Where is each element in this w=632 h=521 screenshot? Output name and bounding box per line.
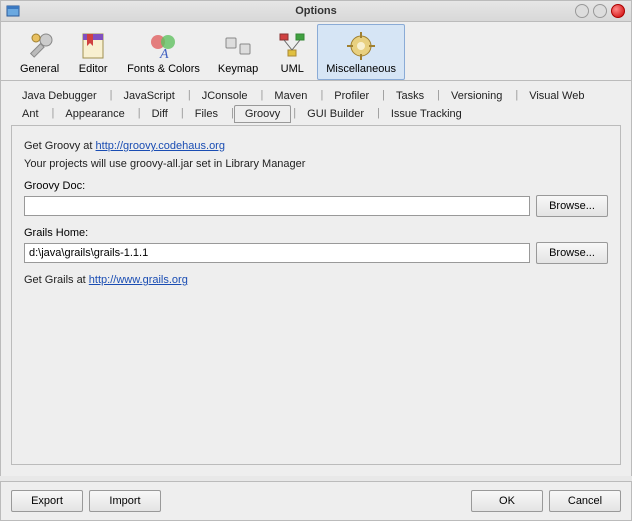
groovy-doc-label: Groovy Doc: [24,180,608,192]
tab-diff[interactable]: Diff [141,105,179,123]
tab-tasks[interactable]: Tasks [385,87,435,105]
tab-versioning[interactable]: Versioning [440,87,513,105]
grails-link[interactable]: http://www.grails.org [89,274,188,286]
category-keymap[interactable]: Keymap [209,24,267,80]
import-button[interactable]: Import [89,490,161,512]
wrench-icon [24,30,56,62]
tab-issue-tracking[interactable]: Issue Tracking [380,105,473,123]
category-editor[interactable]: Editor [68,24,118,80]
minimize-button[interactable] [575,4,589,18]
category-general[interactable]: General [11,24,68,80]
category-label: Fonts & Colors [127,63,200,75]
category-miscellaneous[interactable]: Miscellaneous [317,24,405,80]
tab-row-2: Ant| Appearance| Diff| Files| Groovy| GU… [11,105,621,123]
window-title: Options [295,5,337,17]
category-label: General [20,63,59,75]
fonts-colors-icon: A [148,30,180,62]
category-label: UML [281,63,304,75]
export-button[interactable]: Export [11,490,83,512]
jar-message: Your projects will use groovy-all.jar se… [24,158,608,170]
category-uml[interactable]: UML [267,24,317,80]
grails-home-row: Browse... [24,242,608,264]
tab-jconsole[interactable]: JConsole [191,87,259,105]
category-label: Keymap [218,63,258,75]
svg-text:A: A [159,47,169,62]
close-button[interactable] [611,4,625,18]
maximize-button[interactable] [593,4,607,18]
tab-visual-web[interactable]: Visual Web [518,87,595,105]
grails-home-input[interactable] [24,243,530,263]
ok-button[interactable]: OK [471,490,543,512]
tab-row-1: Java Debugger| JavaScript| JConsole| Mav… [11,87,621,105]
get-grails-label: Get Grails at [24,274,89,286]
keymap-icon [222,30,254,62]
tab-java-debugger[interactable]: Java Debugger [11,87,108,105]
get-groovy-label: Get Groovy at [24,140,96,152]
tab-gui-builder[interactable]: GUI Builder [296,105,375,123]
tab-maven[interactable]: Maven [263,87,318,105]
category-toolbar: General Editor A Fonts & Colors Keymap U… [0,22,632,80]
browse-doc-button[interactable]: Browse... [536,195,608,217]
category-label: Miscellaneous [326,63,396,75]
category-fonts-colors[interactable]: A Fonts & Colors [118,24,209,80]
tab-appearance[interactable]: Appearance [54,105,135,123]
category-label: Editor [79,63,108,75]
groovy-doc-row: Browse... [24,195,608,217]
browse-grails-button[interactable]: Browse... [536,242,608,264]
dialog-footer: Export Import OK Cancel [0,481,632,521]
titlebar: Options [0,0,632,22]
grails-home-label: Grails Home: [24,227,608,239]
tab-ant[interactable]: Ant [11,105,50,123]
content-area: Java Debugger| JavaScript| JConsole| Mav… [0,81,632,476]
cancel-button[interactable]: Cancel [549,490,621,512]
get-grails-line: Get Grails at http://www.grails.org [24,274,608,286]
editor-icon [77,30,109,62]
app-icon [5,3,21,19]
tab-groovy[interactable]: Groovy [234,105,291,123]
groovy-doc-input[interactable] [24,196,530,216]
tab-files[interactable]: Files [184,105,229,123]
groovy-panel: Get Groovy at http://groovy.codehaus.org… [11,125,621,465]
uml-icon [276,30,308,62]
groovy-link[interactable]: http://groovy.codehaus.org [96,140,225,152]
tab-profiler[interactable]: Profiler [323,87,380,105]
window-buttons [575,4,625,18]
get-groovy-line: Get Groovy at http://groovy.codehaus.org [24,140,608,152]
gear-icon [345,30,377,62]
tab-javascript[interactable]: JavaScript [112,87,185,105]
